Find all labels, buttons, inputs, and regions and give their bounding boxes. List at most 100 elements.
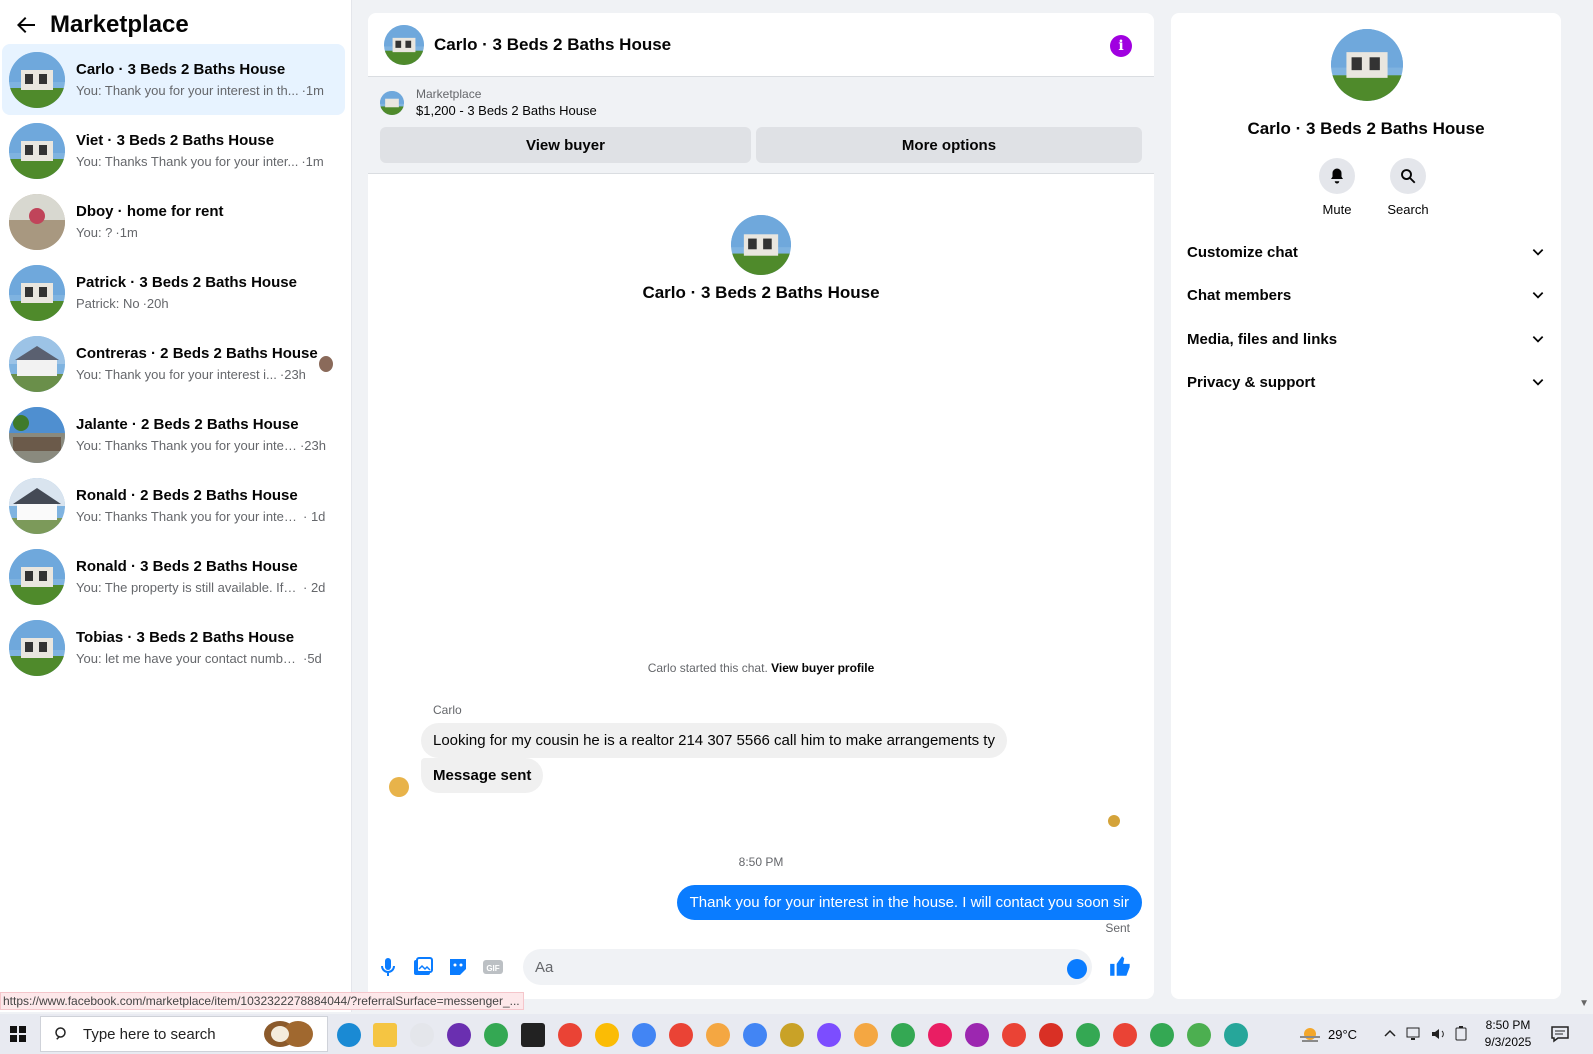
sent-status: Sent xyxy=(1105,921,1130,935)
chrome-icon[interactable] xyxy=(1002,1023,1026,1047)
mute-button[interactable]: Mute xyxy=(1307,158,1367,217)
conversation-item[interactable]: Ronald · 2 Beds 2 Baths House You: Thanks… xyxy=(2,470,345,541)
section-customize-chat[interactable]: Customize chat xyxy=(1187,237,1545,267)
chrome-icon[interactable] xyxy=(1187,1023,1211,1047)
conversation-snippet: You: Thanks Thank you for your intere... xyxy=(76,508,300,524)
intro-name: Carlo · 3 Beds 2 Baths House xyxy=(642,283,880,302)
conversation-item[interactable]: Viet · 3 Beds 2 Baths House You: Thanks T… xyxy=(2,115,345,186)
sidebar-title: Marketplace xyxy=(50,11,189,38)
volume-icon[interactable] xyxy=(1430,1026,1448,1042)
conversation-item[interactable]: Ronald · 3 Beds 2 Baths House You: The pr… xyxy=(2,541,345,612)
section-label: Media, files and links xyxy=(1187,330,1338,348)
conversation-item[interactable]: Carlo · 3 Beds 2 Baths House You: Thank y… xyxy=(2,44,345,115)
view-buyer-button[interactable]: View buyer xyxy=(380,127,751,163)
profile-avatar[interactable] xyxy=(1331,29,1403,101)
started-text: Carlo started this chat. xyxy=(647,661,768,675)
chevron-up-icon[interactable] xyxy=(1384,1028,1396,1040)
conversation-name: Carlo · 3 Beds 2 Baths House xyxy=(76,60,286,78)
photo-icon[interactable] xyxy=(411,955,435,979)
chrome-icon[interactable] xyxy=(1113,1023,1137,1047)
listing-banner: Marketplace $1,200 - 3 Beds 2 Baths Hous… xyxy=(368,77,1154,174)
chrome-icon[interactable] xyxy=(891,1023,915,1047)
conversation-snippet: Patrick: No xyxy=(76,295,140,311)
message-input[interactable] xyxy=(523,949,1092,985)
thumbs-up-icon[interactable] xyxy=(1108,953,1134,979)
search-button[interactable]: Search xyxy=(1378,158,1438,217)
conversation-time: · 1d xyxy=(303,508,326,524)
chrome-icon[interactable] xyxy=(632,1023,656,1047)
house-avatar xyxy=(9,264,65,321)
sticker-icon[interactable] xyxy=(446,955,470,979)
chrome-icon[interactable] xyxy=(965,1023,989,1047)
chrome-icon[interactable] xyxy=(743,1023,767,1047)
browser-icon[interactable] xyxy=(447,1023,471,1047)
conversation-item[interactable]: Jalante · 2 Beds 2 Baths House You: Thank… xyxy=(2,399,345,470)
microphone-icon[interactable] xyxy=(376,955,400,979)
outgoing-message[interactable]: Thank you for your interest in the house… xyxy=(676,885,1142,920)
chrome-icon[interactable] xyxy=(484,1023,508,1047)
incoming-message[interactable]: Looking for my cousin he is a realtor 21… xyxy=(421,723,1007,758)
snipping-tool-icon[interactable] xyxy=(410,1023,434,1047)
conversation-name: Viet · 3 Beds 2 Baths House xyxy=(76,131,275,149)
emoji-icon[interactable] xyxy=(1067,959,1087,979)
conversation-name: Jalante · 2 Beds 2 Baths House xyxy=(76,415,299,433)
chevron-down-icon xyxy=(1532,336,1544,343)
notifications-icon[interactable] xyxy=(1550,1024,1570,1044)
back-arrow-icon[interactable] xyxy=(14,13,38,37)
listing-label: Marketplace xyxy=(416,87,482,101)
conversation-item[interactable]: Dboy · home for rent You: ? ·1m xyxy=(2,186,345,257)
scroll-down-arrow[interactable]: ▼ xyxy=(1579,998,1589,1009)
conversation-item[interactable]: Contreras · 2 Beds 2 Baths House You: Tha… xyxy=(2,328,345,399)
conversation-item[interactable]: Tobias · 3 Beds 2 Baths House You: let me… xyxy=(2,612,345,683)
conversation-name: Ronald · 3 Beds 2 Baths House xyxy=(76,557,298,575)
chrome-icon[interactable] xyxy=(1076,1023,1100,1047)
conversation-snippet: You: Thanks Thank you for your inter... xyxy=(76,437,297,453)
house-avatar xyxy=(9,193,65,250)
chrome-icon[interactable] xyxy=(1150,1023,1174,1047)
conversation-time: ·1m xyxy=(115,224,138,240)
sender-name: Carlo xyxy=(433,703,462,717)
chevron-down-icon xyxy=(1532,292,1544,299)
chrome-icon[interactable] xyxy=(817,1023,841,1047)
conversation-time: · 2d xyxy=(303,579,326,595)
weather-widget[interactable]: 29°C xyxy=(1298,1024,1357,1044)
view-buyer-profile-link[interactable]: View buyer profile xyxy=(771,661,874,675)
status-bar-url: https://www.facebook.com/marketplace/ite… xyxy=(0,992,524,1010)
edge-icon[interactable] xyxy=(337,1023,361,1047)
taskbar: Type here to search 29°C 8:50 PM 9/3/202… xyxy=(0,1014,1593,1054)
file-explorer-icon[interactable] xyxy=(373,1023,397,1047)
info-icon[interactable]: i xyxy=(1110,35,1132,57)
sticky-notes-icon[interactable] xyxy=(521,1023,545,1047)
chrome-icon[interactable] xyxy=(706,1023,730,1047)
section-label: Privacy & support xyxy=(1187,373,1316,391)
windows-start-button[interactable] xyxy=(0,1014,36,1054)
chat-title[interactable]: Carlo · 3 Beds 2 Baths House xyxy=(434,35,671,55)
conversation-item[interactable]: Patrick · 3 Beds 2 Baths House Patrick: N… xyxy=(2,257,345,328)
chrome-icon[interactable] xyxy=(669,1023,693,1047)
chrome-icon[interactable] xyxy=(780,1023,804,1047)
listing-thumbnail[interactable] xyxy=(380,91,404,115)
message-timestamp: 8:50 PM xyxy=(738,855,784,869)
network-icon[interactable] xyxy=(1406,1026,1424,1042)
house-avatar xyxy=(9,477,65,534)
section-media-files-links[interactable]: Media, files and links xyxy=(1187,324,1545,354)
incoming-message[interactable]: Message sent xyxy=(421,758,544,793)
conversation-snippet: You: let me have your contact number... xyxy=(76,650,300,666)
more-options-button[interactable]: More options xyxy=(756,127,1142,163)
chrome-icon[interactable] xyxy=(558,1023,582,1047)
chrome-icon[interactable] xyxy=(595,1023,619,1047)
conversation-name: Patrick · 3 Beds 2 Baths House xyxy=(76,273,297,291)
section-privacy-support[interactable]: Privacy & support xyxy=(1187,367,1545,397)
chrome-icon[interactable] xyxy=(854,1023,878,1047)
taskbar-clock[interactable]: 8:50 PM 9/3/2025 xyxy=(1478,1017,1538,1051)
listing-title[interactable]: $1,200 - 3 Beds 2 Baths House xyxy=(416,102,597,120)
chrome-icon[interactable] xyxy=(1224,1023,1248,1047)
chrome-icon[interactable] xyxy=(928,1023,952,1047)
chat-avatar[interactable] xyxy=(384,24,424,65)
clock-date: 9/3/2025 xyxy=(1484,1035,1532,1049)
conversation-time: ·1m xyxy=(301,82,324,98)
gif-icon[interactable]: GIF xyxy=(481,955,505,979)
battery-icon[interactable] xyxy=(1454,1026,1468,1042)
section-chat-members[interactable]: Chat members xyxy=(1187,280,1545,310)
chrome-icon[interactable] xyxy=(1039,1023,1063,1047)
